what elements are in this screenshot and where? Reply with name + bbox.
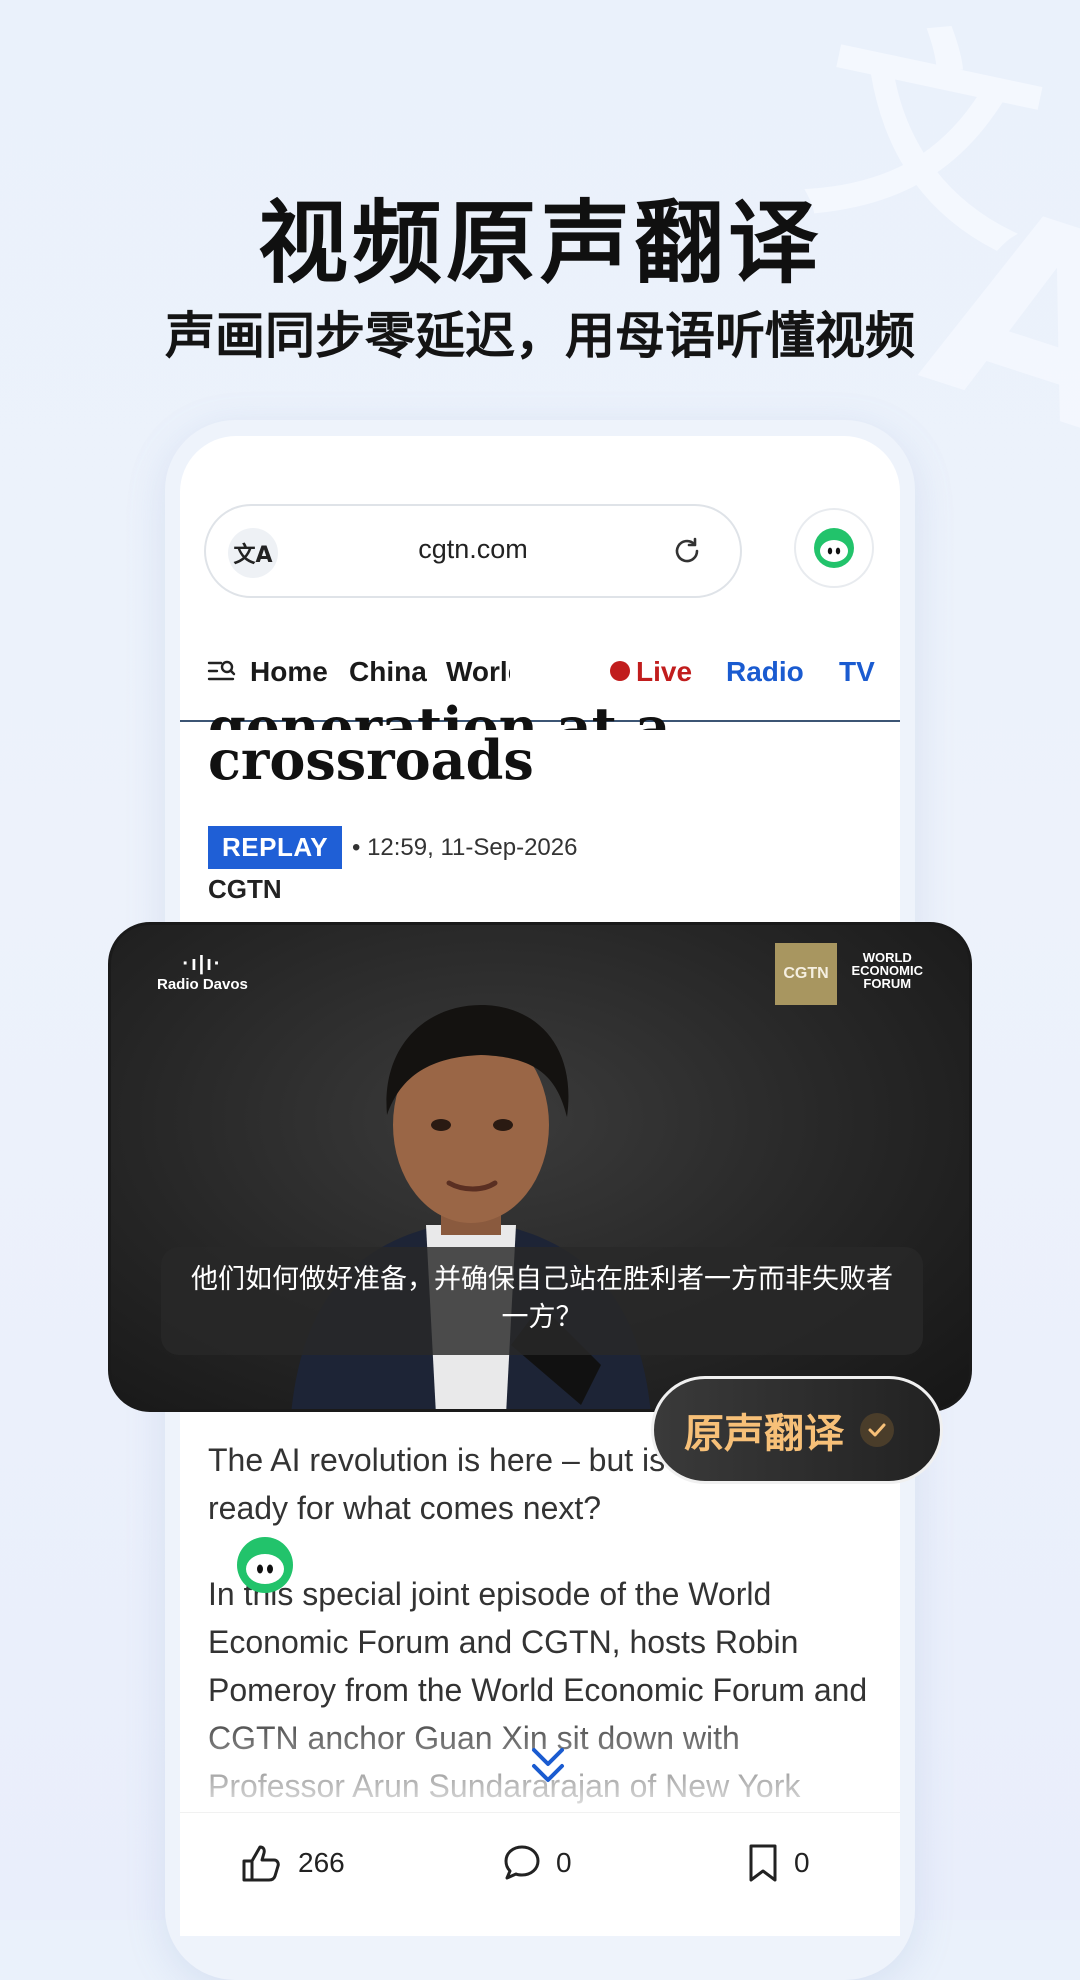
voice-translate-toggle[interactable]: 原声翻译 [651,1376,943,1484]
radio-davos-label: Radio Davos [157,976,248,993]
mascot-icon [814,528,854,568]
bookmark-count: 0 [794,1847,810,1878]
article-title-cutoff: generation at a [208,700,670,730]
expand-chevron-icon[interactable] [528,1744,568,1788]
address-bar[interactable]: 文A cgtn.com [204,504,742,598]
like-button[interactable]: 266 [240,1843,345,1883]
bookmark-button[interactable]: 0 [746,1843,810,1883]
url-text[interactable]: cgtn.com [206,534,740,565]
like-count: 266 [298,1847,345,1878]
comment-count: 0 [556,1847,572,1878]
floating-mascot-icon[interactable] [236,1536,294,1594]
cgtn-logo: CGTN [775,943,837,1005]
article-source: CGTN [208,874,282,904]
promo-subline: 声画同步零延迟，用母语听懂视频 [165,307,915,365]
nav-item-china[interactable]: China [349,656,427,688]
article-actions-bar: 266 0 0 [180,1812,900,1917]
comment-icon [504,1845,540,1880]
check-icon [860,1413,894,1447]
nav-item-live[interactable]: Live [636,656,692,688]
translated-subtitle: 他们如何做好准备，并确保自己站在胜利者一方而非失败者一方？ [161,1247,923,1355]
nav-item-world[interactable]: World [446,656,510,688]
thumbs-up-icon [242,1845,280,1882]
assistant-mascot-button[interactable] [794,508,874,588]
wef-logo: WORLD ECONOMIC FORUM [851,950,924,991]
radio-davos-logo: ·ı|ı· Radio Davos [157,953,248,993]
video-player[interactable]: ·ı|ı· Radio Davos CGTN WORLD ECONOMIC FO… [108,922,972,1412]
comment-button[interactable]: 0 [502,1843,572,1883]
promo-headline: 视频原声翻译 [258,191,822,296]
nav-item-radio[interactable]: Radio [726,656,804,688]
article-date: • 12:59, 11-Sep-2026 [352,834,578,861]
live-dot-icon [610,661,630,681]
bookmark-icon [749,1844,777,1882]
article-title: crossroads [208,728,534,792]
replay-badge: REPLAY [208,826,343,869]
nav-item-tv[interactable]: TV [839,656,875,688]
reload-icon[interactable] [672,536,702,566]
nav-item-home[interactable]: Home [250,656,328,688]
menu-search-icon[interactable] [206,656,236,686]
voice-translate-label: 原声翻译 [684,1411,844,1457]
